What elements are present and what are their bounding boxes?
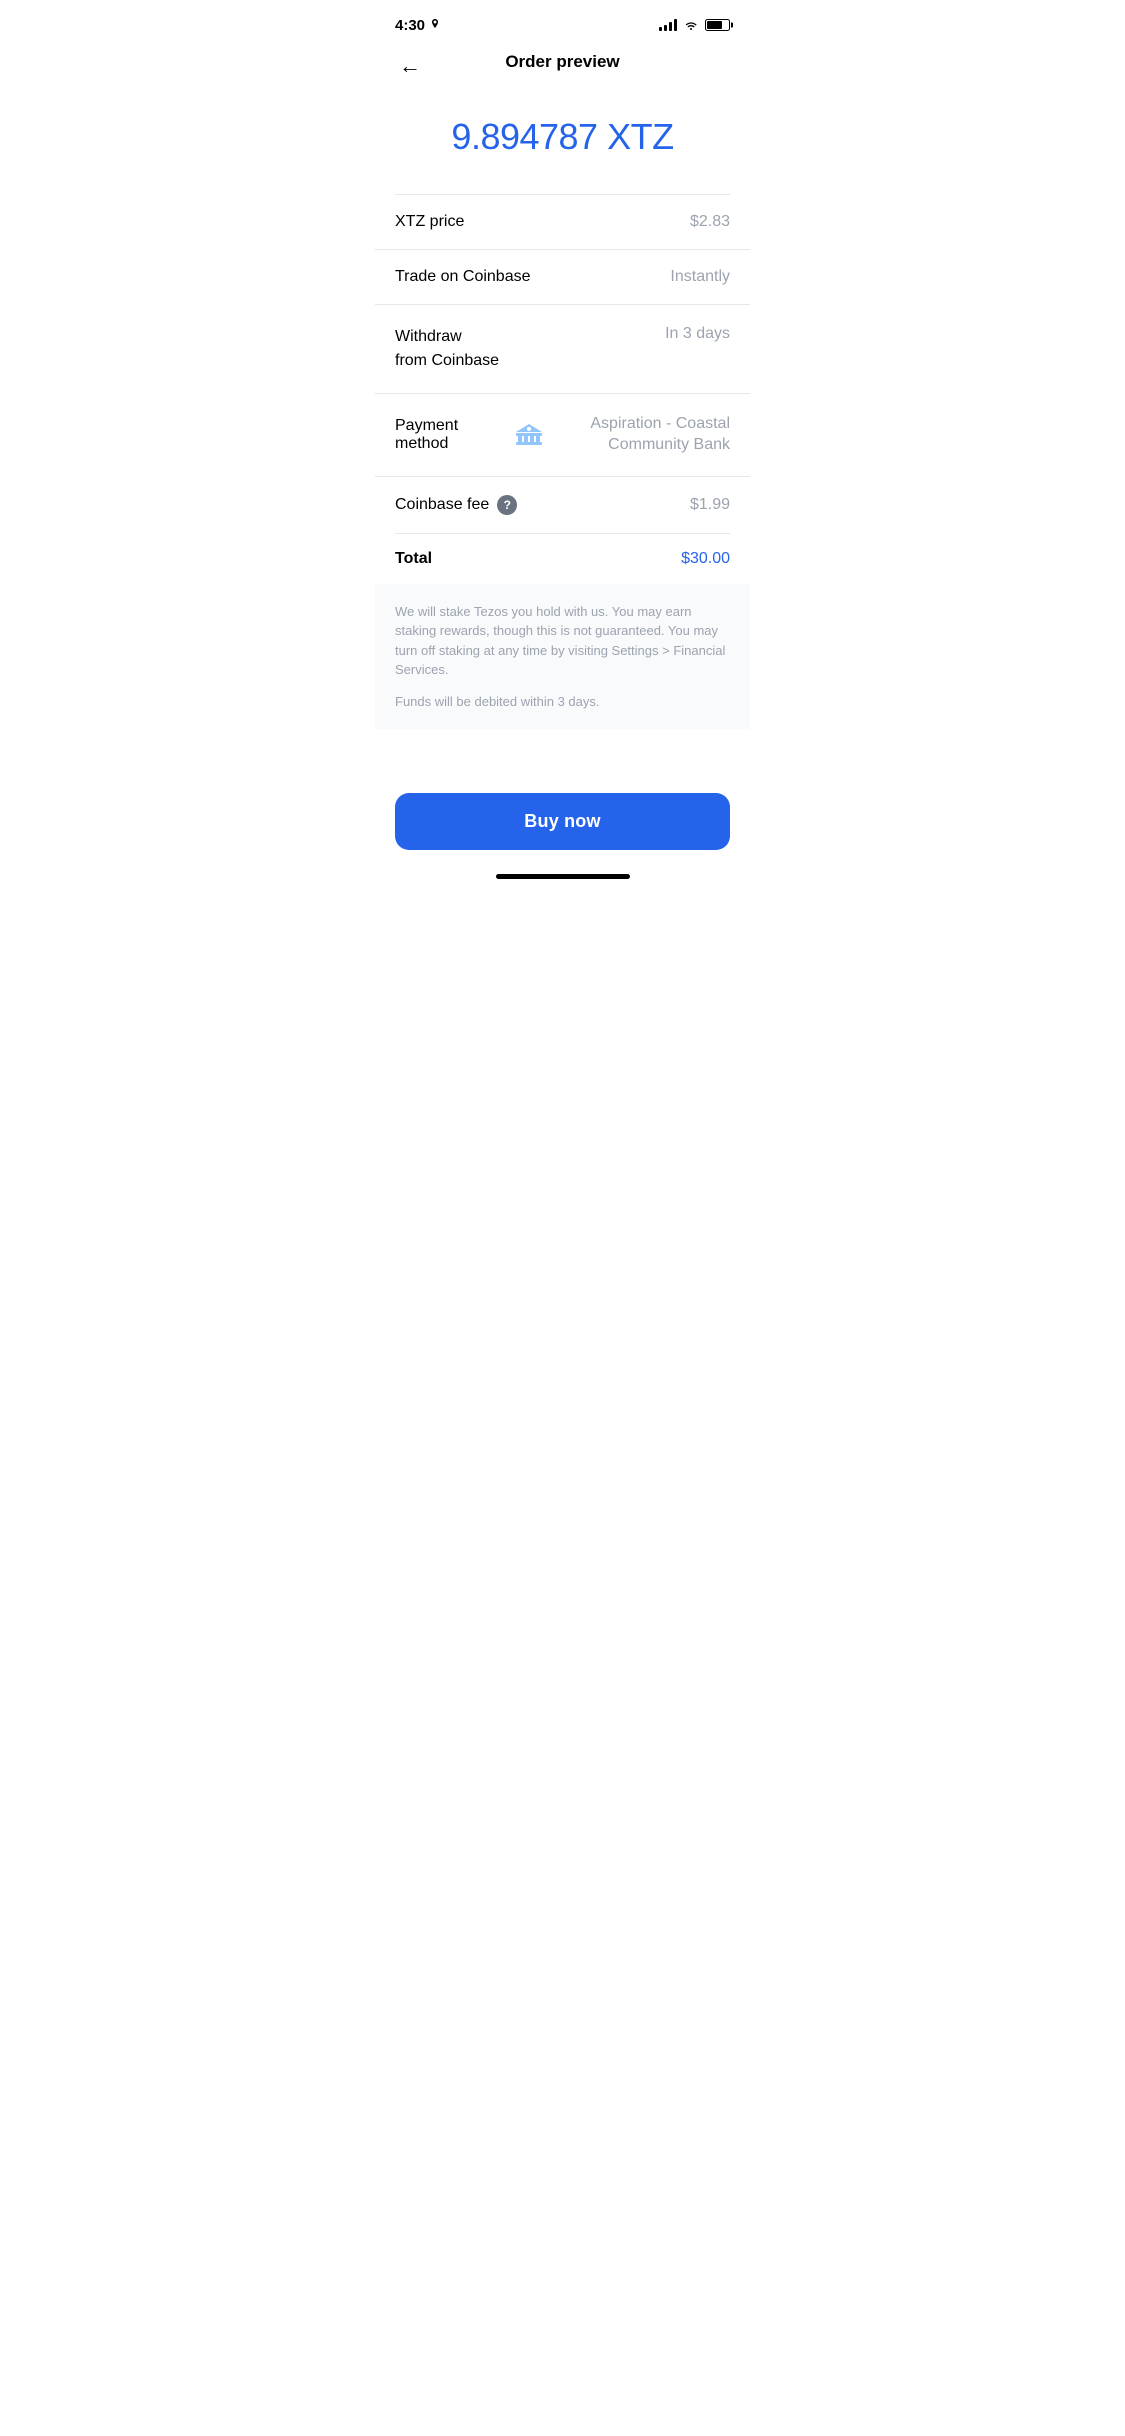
payment-value: Aspiration - Coastal Community Bank (515, 414, 730, 456)
withdraw-value: In 3 days (665, 325, 730, 343)
fee-row: Coinbase fee ? $1.99 (395, 477, 730, 534)
staking-disclaimer: We will stake Tezos you hold with us. Yo… (395, 602, 730, 680)
xtz-price-label: XTZ price (395, 213, 464, 231)
xtz-price-row: XTZ price $2.83 (375, 195, 750, 250)
help-icon-button[interactable]: ? (497, 495, 517, 515)
withdraw-label: Withdraw from Coinbase (395, 325, 499, 373)
fee-value: $1.99 (690, 496, 730, 514)
bottom-section: Buy now (375, 769, 750, 866)
page-title: Order preview (505, 52, 619, 72)
back-arrow-icon: ← (399, 53, 421, 78)
payment-label: Payment method (395, 417, 515, 453)
trade-value: Instantly (670, 268, 730, 286)
funds-disclaimer: Funds will be debited within 3 days. (395, 692, 730, 712)
time-label: 4:30 (395, 17, 425, 34)
header: ← Order preview (375, 44, 750, 88)
home-indicator (375, 866, 750, 885)
home-bar (496, 874, 630, 879)
amount-section: 9.894787 XTZ (375, 88, 750, 194)
total-row: Total $30.00 (375, 534, 750, 584)
battery-icon (705, 19, 730, 31)
help-question-mark: ? (504, 499, 511, 511)
fee-label-text: Coinbase fee (395, 496, 489, 514)
crypto-amount: 9.894787 XTZ (395, 116, 730, 158)
trade-row: Trade on Coinbase Instantly (375, 250, 750, 305)
fee-label: Coinbase fee ? (395, 495, 517, 515)
bank-icon (515, 423, 543, 447)
bank-name: Aspiration - Coastal Community Bank (551, 414, 730, 456)
signal-icon (659, 19, 677, 31)
disclaimer-section: We will stake Tezos you hold with us. Yo… (375, 584, 750, 730)
withdraw-label-line2: from Coinbase (395, 352, 499, 369)
spacer (375, 729, 750, 769)
status-time: 4:30 (395, 17, 441, 34)
back-button[interactable]: ← (395, 51, 425, 81)
payment-row: Payment method Aspiration - Coastal Comm… (375, 394, 750, 477)
withdraw-label-line1: Withdraw (395, 328, 462, 345)
total-value: $30.00 (681, 550, 730, 568)
location-icon (429, 19, 441, 31)
total-label: Total (395, 550, 432, 568)
fee-section: Coinbase fee ? $1.99 (375, 477, 750, 534)
trade-label: Trade on Coinbase (395, 268, 531, 286)
wifi-icon (683, 19, 699, 31)
status-icons (659, 19, 730, 31)
buy-now-button[interactable]: Buy now (395, 793, 730, 850)
withdraw-row: Withdraw from Coinbase In 3 days (375, 305, 750, 394)
xtz-price-value: $2.83 (690, 213, 730, 231)
status-bar: 4:30 (375, 0, 750, 44)
